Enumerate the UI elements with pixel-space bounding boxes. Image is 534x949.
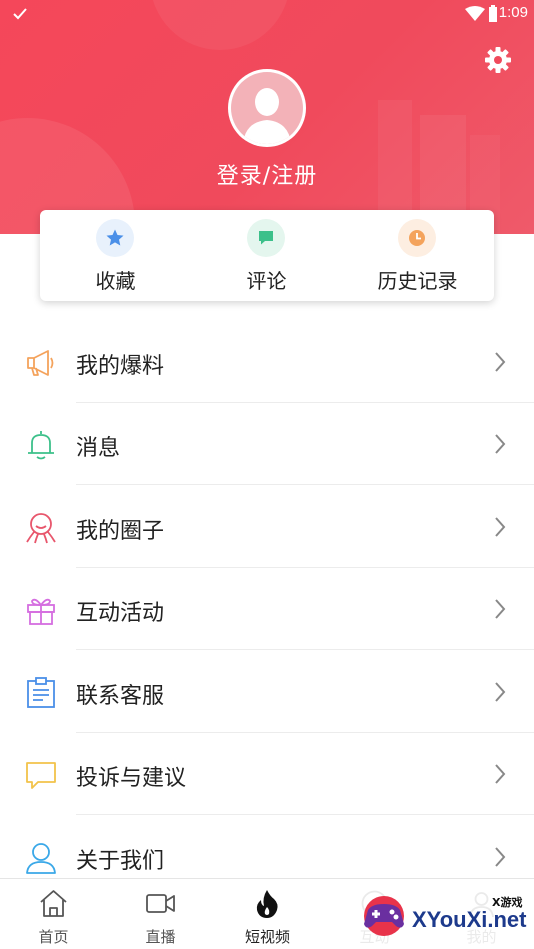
flame-icon bbox=[256, 890, 278, 918]
profile-header: 1:09 登录/注册 bbox=[0, 0, 534, 234]
clock-icon bbox=[409, 230, 425, 246]
favorites-button[interactable]: 收藏 bbox=[40, 210, 191, 301]
menu-item-feedback[interactable]: 投诉与建议 bbox=[0, 733, 534, 815]
status-bar: 1:09 bbox=[0, 0, 534, 28]
default-avatar-icon bbox=[243, 88, 291, 144]
watermark: X游戏 XYouXi.net bbox=[354, 884, 534, 949]
divider bbox=[76, 484, 534, 485]
menu-item-my-reports[interactable]: 我的爆料 bbox=[0, 321, 534, 403]
video-camera-icon bbox=[146, 894, 175, 913]
gamepad-logo-icon bbox=[364, 896, 404, 936]
divider bbox=[76, 814, 534, 815]
chevron-right-icon bbox=[495, 847, 506, 867]
chevron-right-icon bbox=[495, 599, 506, 619]
bell-icon bbox=[28, 431, 54, 460]
comment-icon bbox=[259, 231, 273, 245]
circle-group-icon bbox=[26, 513, 56, 544]
gift-icon bbox=[27, 598, 55, 625]
check-icon bbox=[13, 8, 27, 20]
menu-item-my-circles[interactable]: 我的圈子 bbox=[0, 486, 534, 568]
chevron-right-icon bbox=[495, 682, 506, 702]
gear-icon[interactable] bbox=[483, 45, 513, 75]
divider bbox=[76, 649, 534, 650]
menu-item-messages[interactable]: 消息 bbox=[0, 403, 534, 485]
comments-button[interactable]: 评论 bbox=[191, 210, 342, 301]
home-icon bbox=[40, 890, 67, 917]
user-icon bbox=[26, 843, 56, 874]
chevron-right-icon bbox=[495, 764, 506, 784]
chevron-right-icon bbox=[495, 434, 506, 454]
avatar[interactable] bbox=[228, 69, 306, 147]
tab-home[interactable]: 首页 bbox=[0, 879, 107, 949]
clipboard-icon bbox=[27, 677, 55, 708]
tab-short-video[interactable]: 短视频 bbox=[214, 879, 321, 949]
menu-item-activities[interactable]: 互动活动 bbox=[0, 568, 534, 650]
wifi-icon bbox=[465, 6, 485, 21]
tab-live[interactable]: 直播 bbox=[107, 879, 214, 949]
chevron-right-icon bbox=[495, 352, 506, 372]
login-register-link[interactable]: 登录/注册 bbox=[0, 158, 534, 190]
chat-bubble-icon bbox=[26, 762, 56, 789]
star-icon bbox=[106, 229, 124, 246]
menu-item-customer-service[interactable]: 联系客服 bbox=[0, 651, 534, 733]
megaphone-icon bbox=[27, 350, 54, 376]
history-button[interactable]: 历史记录 bbox=[342, 210, 493, 301]
status-time: 1:09 bbox=[498, 4, 528, 21]
chevron-right-icon bbox=[495, 517, 506, 537]
quick-actions-card: 收藏 评论 历史记录 bbox=[40, 210, 494, 301]
